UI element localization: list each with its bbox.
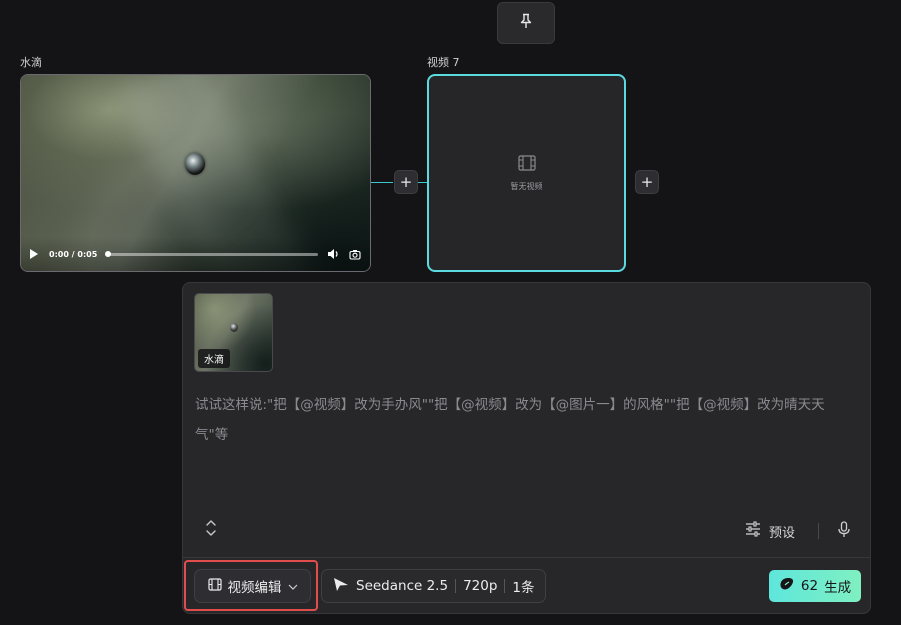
prompt-input[interactable]: 试试这样说:"把【@视频】改为手办风""把【@视频】改为【@图片一】的风格""把… xyxy=(195,390,855,450)
separator xyxy=(504,579,506,593)
source-node-label: 水滴 xyxy=(20,56,42,69)
attachment-thumbnail[interactable]: 水滴 xyxy=(194,293,273,372)
sliders-icon xyxy=(745,521,761,541)
video-progress-thumb[interactable] xyxy=(105,250,112,257)
empty-video-text: 暂无视频 xyxy=(510,181,543,191)
toolbar-divider xyxy=(818,523,819,539)
volume-icon[interactable] xyxy=(326,247,340,261)
model-name: Seedance 2.5 xyxy=(356,578,449,594)
seedance-logo-icon xyxy=(333,577,349,596)
pin-button[interactable] xyxy=(497,2,555,44)
expand-collapse-icon xyxy=(205,519,217,541)
model-resolution: 720p xyxy=(463,578,498,594)
add-node-button[interactable]: + xyxy=(394,170,418,194)
canvas: 水滴 0:00 / 0:05 + 视频 7 暂无视频 + 水滴 试试这样说:"把… xyxy=(0,0,901,625)
film-icon xyxy=(517,154,536,175)
model-select-button[interactable]: Seedance 2.5 720p 1条 xyxy=(321,569,546,603)
connector-line-left xyxy=(371,182,393,183)
composer-divider xyxy=(183,557,870,558)
video-progress-bar[interactable] xyxy=(105,250,318,257)
screenshot-icon[interactable] xyxy=(348,247,362,261)
generate-button[interactable]: 62 生成 xyxy=(769,570,861,602)
generate-label: 生成 xyxy=(824,580,852,596)
mode-select-button[interactable]: 视频编辑 xyxy=(194,569,311,603)
attachment-tag: 水滴 xyxy=(198,349,230,368)
microphone-icon xyxy=(838,520,850,542)
source-video-node[interactable]: 0:00 / 0:05 xyxy=(20,74,371,272)
mode-label: 视频编辑 xyxy=(227,580,282,596)
generate-credits: 62 xyxy=(800,578,819,594)
preset-label: 预设 xyxy=(769,525,796,541)
chevron-down-icon xyxy=(288,578,298,594)
microphone-button[interactable] xyxy=(834,520,854,542)
video-controls: 0:00 / 0:05 xyxy=(21,237,370,271)
thumbnail-droplet xyxy=(230,323,238,332)
target-video-node[interactable]: 暂无视频 xyxy=(427,74,626,272)
video-edit-icon xyxy=(207,577,222,595)
water-droplet xyxy=(185,153,205,175)
add-next-node-button[interactable]: + xyxy=(635,170,659,194)
composer-panel: 水滴 试试这样说:"把【@视频】改为手办风""把【@视频】改为【@图片一】的风格… xyxy=(182,282,871,614)
preset-button[interactable]: 预设 xyxy=(745,521,795,541)
pin-icon xyxy=(519,13,533,33)
play-icon[interactable] xyxy=(29,247,41,261)
separator xyxy=(455,579,457,593)
model-count: 1条 xyxy=(512,580,535,596)
bean-icon xyxy=(779,577,795,595)
expand-toggle-button[interactable] xyxy=(201,519,221,541)
video-time: 0:00 / 0:05 xyxy=(49,249,98,259)
target-node-label: 视频 7 xyxy=(427,56,460,69)
